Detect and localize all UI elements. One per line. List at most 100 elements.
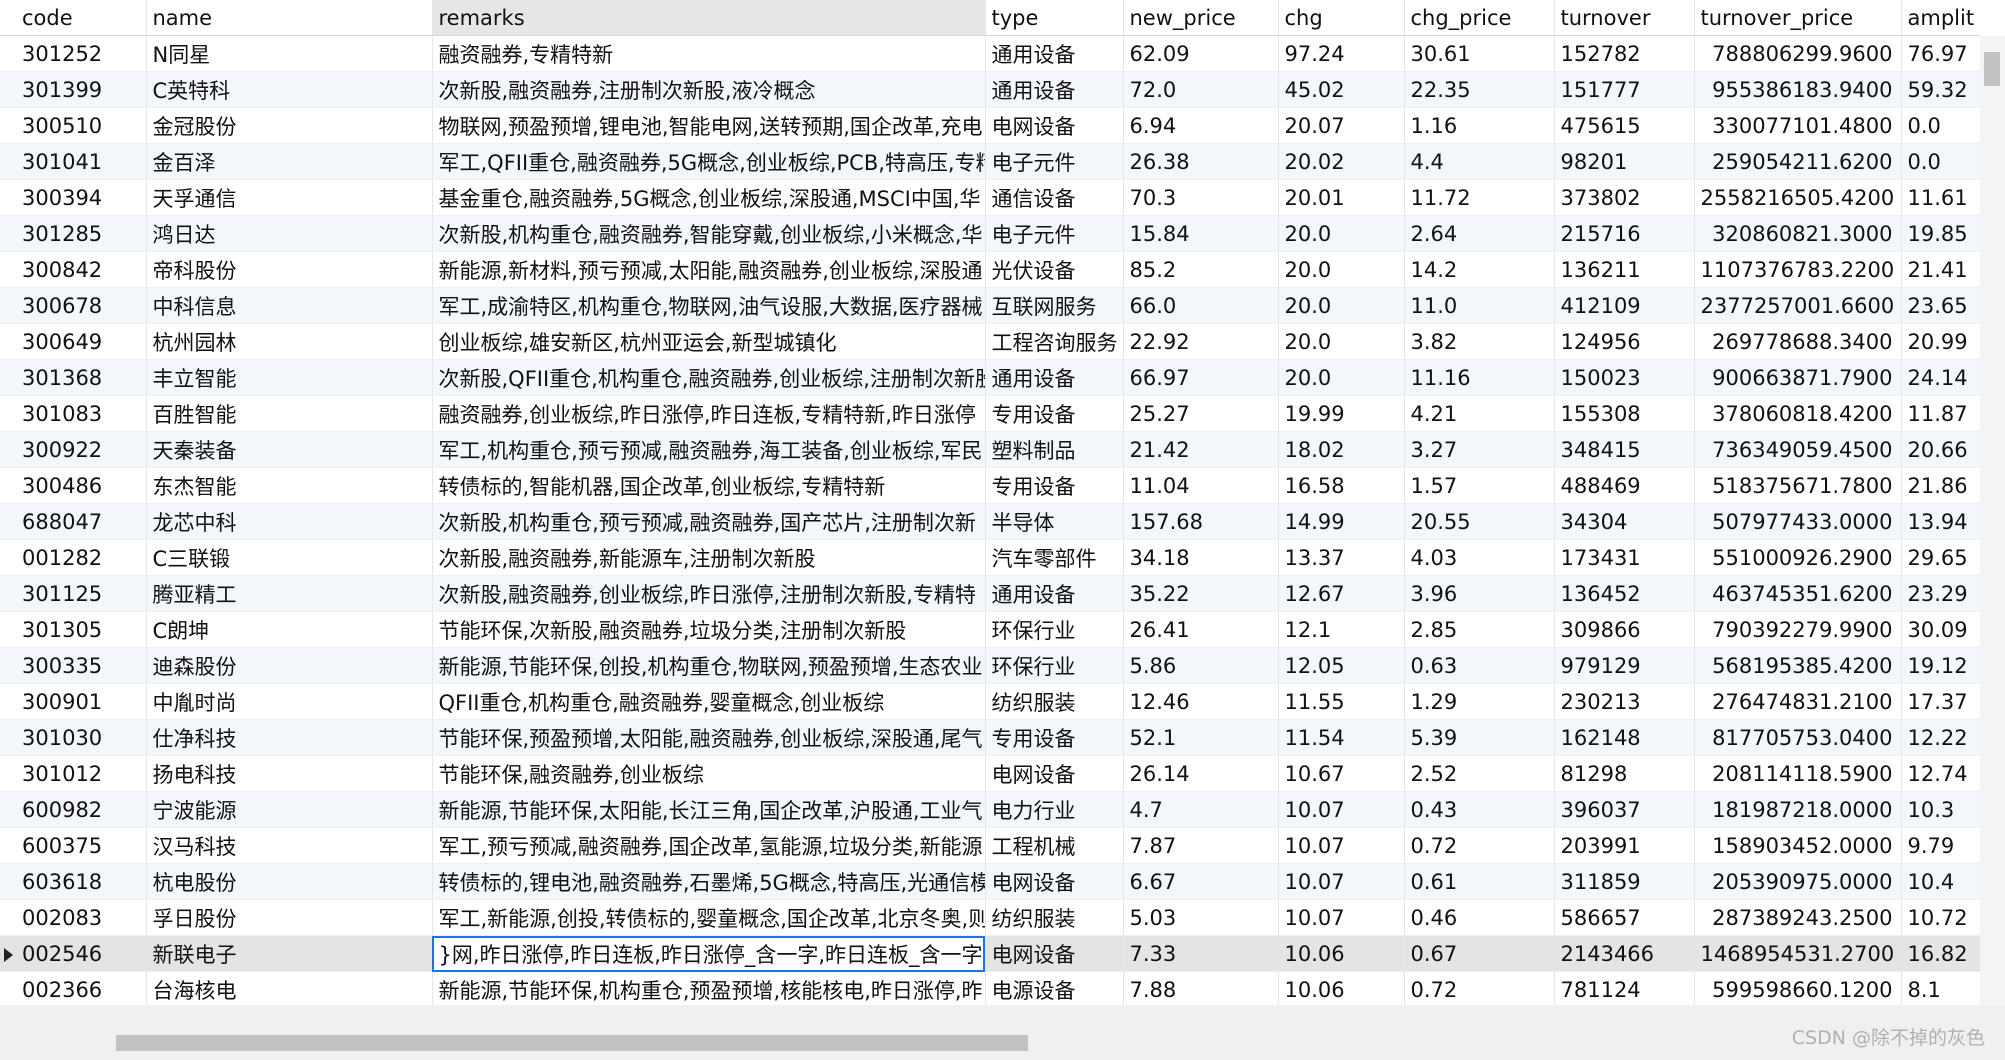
- cell-turnover-price[interactable]: 330077101.4800: [1694, 107, 1902, 144]
- cell-chg[interactable]: 12.67: [1278, 575, 1405, 612]
- cell-new-price[interactable]: 62.09: [1123, 35, 1279, 72]
- cell-chg-price[interactable]: 3.27: [1404, 431, 1555, 468]
- cell-code[interactable]: 301399: [16, 71, 147, 108]
- cell-turnover-price[interactable]: 551000926.2900: [1694, 539, 1902, 576]
- cell-code[interactable]: 300510: [16, 107, 147, 144]
- horizontal-scrollbar[interactable]: [0, 1005, 2005, 1060]
- table-row[interactable]: 300922 天秦装备 军工,机构重仓,预亏预减,融资融券,海工装备,创业板综,军民…: [0, 431, 1980, 468]
- column-header-chg-price[interactable]: chg_price: [1404, 0, 1555, 36]
- table-row[interactable]: 001282 C三联锻 次新股,融资融券,新能源车,注册制次新股 汽车零部件 34.18…: [0, 539, 1980, 576]
- cell-amplit[interactable]: 20.99: [1901, 323, 1980, 360]
- cell-name[interactable]: 天秦装备: [146, 431, 433, 468]
- cell-new-price[interactable]: 52.1: [1123, 719, 1279, 756]
- cell-remarks[interactable]: 军工,成渝特区,机构重仓,物联网,油气设服,大数据,医疗器械: [432, 287, 986, 324]
- cell-new-price[interactable]: 6.94: [1123, 107, 1279, 144]
- cell-code[interactable]: 300394: [16, 179, 147, 216]
- cell-type[interactable]: 专用设备: [985, 395, 1124, 432]
- column-header-remarks[interactable]: remarks: [432, 0, 986, 36]
- table-row[interactable]: 301125 腾亚精工 次新股,融资融券,创业板综,昨日涨停,注册制次新股,专精特通…: [0, 575, 1980, 612]
- cell-amplit[interactable]: 19.85: [1901, 215, 1980, 252]
- cell-amplit[interactable]: 12.74: [1901, 755, 1980, 792]
- cell-name[interactable]: 鸿日达: [146, 215, 433, 252]
- cell-chg-price[interactable]: 0.43: [1404, 791, 1555, 828]
- cell-turnover[interactable]: 373802: [1554, 179, 1695, 216]
- cell-chg[interactable]: 10.07: [1278, 827, 1405, 864]
- cell-new-price[interactable]: 6.67: [1123, 863, 1279, 900]
- cell-amplit[interactable]: 10.3: [1901, 791, 1980, 828]
- cell-chg-price[interactable]: 0.61: [1404, 863, 1555, 900]
- cell-new-price[interactable]: 7.87: [1123, 827, 1279, 864]
- cell-chg[interactable]: 13.37: [1278, 539, 1405, 576]
- cell-code[interactable]: 301285: [16, 215, 147, 252]
- cell-new-price[interactable]: 26.38: [1123, 143, 1279, 180]
- cell-name[interactable]: 孚日股份: [146, 899, 433, 936]
- cell-chg-price[interactable]: 2.52: [1404, 755, 1555, 792]
- cell-remarks[interactable]: 军工,预亏预减,融资融券,国企改革,氢能源,垃圾分类,新能源: [432, 827, 986, 864]
- cell-remarks[interactable]: 融资融券,创业板综,昨日涨停,昨日连板,专精特新,昨日涨停: [432, 395, 986, 432]
- table-row[interactable]: 300678 中科信息 军工,成渝特区,机构重仓,物联网,油气设服,大数据,医疗器械…: [0, 287, 1980, 324]
- cell-remarks-editor[interactable]: }网,昨日涨停,昨日连板,昨日涨停_含一字,昨日连板_含一字: [432, 935, 986, 972]
- cell-amplit[interactable]: 21.86: [1901, 467, 1980, 504]
- cell-chg-price[interactable]: 2.85: [1404, 611, 1555, 648]
- cell-turnover[interactable]: 396037: [1554, 791, 1695, 828]
- data-grid[interactable]: code name remarks type new_price chg chg_price…: [0, 0, 1980, 1005]
- cell-chg-price[interactable]: 0.67: [1404, 935, 1555, 972]
- cell-turnover-price[interactable]: 378060818.4200: [1694, 395, 1902, 432]
- cell-turnover[interactable]: 586657: [1554, 899, 1695, 936]
- cell-turnover[interactable]: 173431: [1554, 539, 1695, 576]
- cell-amplit[interactable]: 10.4: [1901, 863, 1980, 900]
- cell-remarks[interactable]: 转债标的,智能机器,国企改革,创业板综,专精特新: [432, 467, 986, 504]
- cell-remarks[interactable]: 创业板综,雄安新区,杭州亚运会,新型城镇化: [432, 323, 986, 360]
- cell-name[interactable]: 杭电股份: [146, 863, 433, 900]
- cell-name[interactable]: 中胤时尚: [146, 683, 433, 720]
- cell-new-price[interactable]: 35.22: [1123, 575, 1279, 612]
- cell-type[interactable]: 通信设备: [985, 179, 1124, 216]
- cell-type[interactable]: 通用设备: [985, 71, 1124, 108]
- cell-amplit[interactable]: 8.1: [1901, 971, 1980, 1005]
- cell-chg[interactable]: 97.24: [1278, 35, 1405, 72]
- cell-new-price[interactable]: 22.92: [1123, 323, 1279, 360]
- cell-turnover[interactable]: 162148: [1554, 719, 1695, 756]
- cell-remarks[interactable]: 次新股,融资融券,创业板综,昨日涨停,注册制次新股,专精特: [432, 575, 986, 612]
- cell-type[interactable]: 通用设备: [985, 575, 1124, 612]
- cell-chg-price[interactable]: 0.72: [1404, 827, 1555, 864]
- cell-amplit[interactable]: 24.14: [1901, 359, 1980, 396]
- cell-turnover-price[interactable]: 518375671.7800: [1694, 467, 1902, 504]
- cell-turnover[interactable]: 488469: [1554, 467, 1695, 504]
- cell-chg-price[interactable]: 0.46: [1404, 899, 1555, 936]
- cell-type[interactable]: 专用设备: [985, 719, 1124, 756]
- cell-amplit[interactable]: 11.87: [1901, 395, 1980, 432]
- cell-turnover-price[interactable]: 208114118.5900: [1694, 755, 1902, 792]
- cell-turnover[interactable]: 81298: [1554, 755, 1695, 792]
- cell-turnover-price[interactable]: 1107376783.2200: [1694, 251, 1902, 288]
- cell-new-price[interactable]: 157.68: [1123, 503, 1279, 540]
- cell-chg-price[interactable]: 0.63: [1404, 647, 1555, 684]
- cell-chg-price[interactable]: 4.21: [1404, 395, 1555, 432]
- cell-turnover-price[interactable]: 259054211.6200: [1694, 143, 1902, 180]
- cell-chg[interactable]: 12.1: [1278, 611, 1405, 648]
- cell-chg-price[interactable]: 1.57: [1404, 467, 1555, 504]
- cell-amplit[interactable]: 17.37: [1901, 683, 1980, 720]
- cell-new-price[interactable]: 7.33: [1123, 935, 1279, 972]
- table-row[interactable]: 300901 中胤时尚 QFII重仓,机构重仓,融资融券,婴童概念,创业板综 纺织服装…: [0, 683, 1980, 720]
- cell-code[interactable]: 002366: [16, 971, 147, 1005]
- column-header-new-price[interactable]: new_price: [1123, 0, 1279, 36]
- cell-remarks[interactable]: 融资融券,专精特新: [432, 35, 986, 72]
- cell-chg[interactable]: 20.0: [1278, 215, 1405, 252]
- cell-type[interactable]: 工程咨询服务: [985, 323, 1124, 360]
- cell-code[interactable]: 600982: [16, 791, 147, 828]
- cell-amplit[interactable]: 10.72: [1901, 899, 1980, 936]
- cell-amplit[interactable]: 0.0: [1901, 143, 1980, 180]
- cell-new-price[interactable]: 21.42: [1123, 431, 1279, 468]
- cell-code[interactable]: 002546: [16, 935, 147, 972]
- cell-code[interactable]: 301305: [16, 611, 147, 648]
- cell-type[interactable]: 光伏设备: [985, 251, 1124, 288]
- cell-name[interactable]: N同星: [146, 35, 433, 72]
- cell-type[interactable]: 电源设备: [985, 971, 1124, 1005]
- cell-turnover-price[interactable]: 790392279.9900: [1694, 611, 1902, 648]
- table-row[interactable]: 301012 扬电科技 节能环保,融资融券,创业板综 电网设备 26.14 10.67 2.…: [0, 755, 1980, 792]
- table-row[interactable]: 301030 仕净科技 节能环保,预盈预增,太阳能,融资融券,创业板综,深股通,尾气…: [0, 719, 1980, 756]
- cell-remarks[interactable]: 军工,机构重仓,预亏预减,融资融券,海工装备,创业板综,军民: [432, 431, 986, 468]
- cell-type[interactable]: 通用设备: [985, 35, 1124, 72]
- cell-chg[interactable]: 10.07: [1278, 863, 1405, 900]
